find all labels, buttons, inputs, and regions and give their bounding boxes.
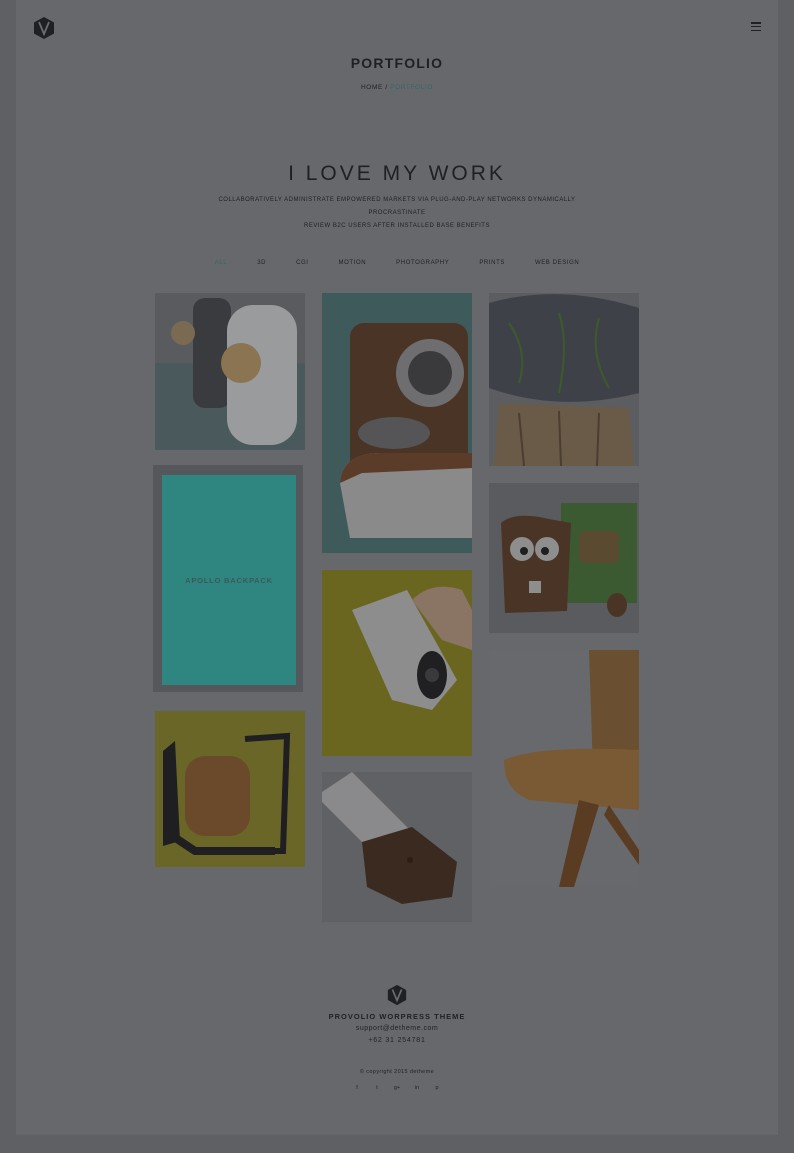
portfolio-item-caption: APOLLO BACKPACK [185, 575, 273, 585]
section-tagline: COLLABORATIVELY ADMINISTRATE EMPOWERED M… [190, 194, 604, 233]
filter-motion[interactable]: MOTION [339, 260, 367, 266]
portfolio-item-apollo-backpack[interactable]: APOLLO BACKPACK [153, 465, 303, 692]
portfolio-item-camera[interactable] [322, 293, 472, 553]
breadcrumb-separator: / [385, 84, 388, 91]
portfolio-item-plush-toy[interactable] [489, 483, 639, 633]
portfolio-item-wooden-chair[interactable] [489, 650, 639, 887]
social-links: f t g+ in p [352, 1083, 442, 1093]
filter-photography[interactable]: PHOTOGRAPHY [396, 260, 449, 266]
filter-prints[interactable]: PRINTS [479, 260, 505, 266]
footer-logo-icon [386, 984, 408, 1006]
footer-email[interactable]: support@detheme.com [0, 1025, 794, 1032]
footer-copyright: © copyright 2015 detheme [359, 1069, 435, 1075]
portfolio-item-salt-shakers[interactable] [155, 293, 305, 450]
twitter-icon[interactable]: t [372, 1083, 382, 1093]
filter-all[interactable]: ALL [215, 260, 227, 266]
footer-brand: PROVOLIO WORPRESS THEME [328, 1012, 466, 1021]
portfolio-filters: ALL 3D CGI MOTION PHOTOGRAPHY PRINTS WEB… [0, 260, 794, 266]
portfolio-item-speaker[interactable] [322, 570, 472, 756]
filter-3d[interactable]: 3D [257, 260, 266, 266]
portfolio-item-stump-stool[interactable] [489, 293, 639, 466]
breadcrumb-current: PORTFOLIO [390, 84, 433, 91]
hover-overlay: APOLLO BACKPACK [162, 475, 296, 685]
filter-cgi[interactable]: CGI [296, 260, 308, 266]
v-logo-icon[interactable] [32, 16, 56, 40]
section-title: I LOVE MY WORK [288, 162, 506, 185]
linkedin-icon[interactable]: in [412, 1083, 422, 1093]
breadcrumb: HOME / PORTFOLIO [0, 84, 794, 91]
facebook-icon[interactable]: f [352, 1083, 362, 1093]
portfolio-item-toaster[interactable] [155, 711, 305, 867]
portfolio-item-wood-block[interactable] [322, 772, 472, 922]
hamburger-menu-icon[interactable] [751, 22, 761, 31]
footer-phone: +62 31 254781 [368, 1037, 426, 1044]
breadcrumb-home[interactable]: HOME [361, 84, 383, 91]
page-title: PORTFOLIO [350, 55, 444, 71]
google-plus-icon[interactable]: g+ [392, 1083, 402, 1093]
tagline-line-2: REVIEW B2C USERS AFTER INSTALLED BASE BE… [304, 223, 490, 229]
pinterest-icon[interactable]: p [432, 1083, 442, 1093]
tagline-line-1: COLLABORATIVELY ADMINISTRATE EMPOWERED M… [218, 197, 576, 216]
filter-web-design[interactable]: WEB DESIGN [535, 260, 579, 266]
